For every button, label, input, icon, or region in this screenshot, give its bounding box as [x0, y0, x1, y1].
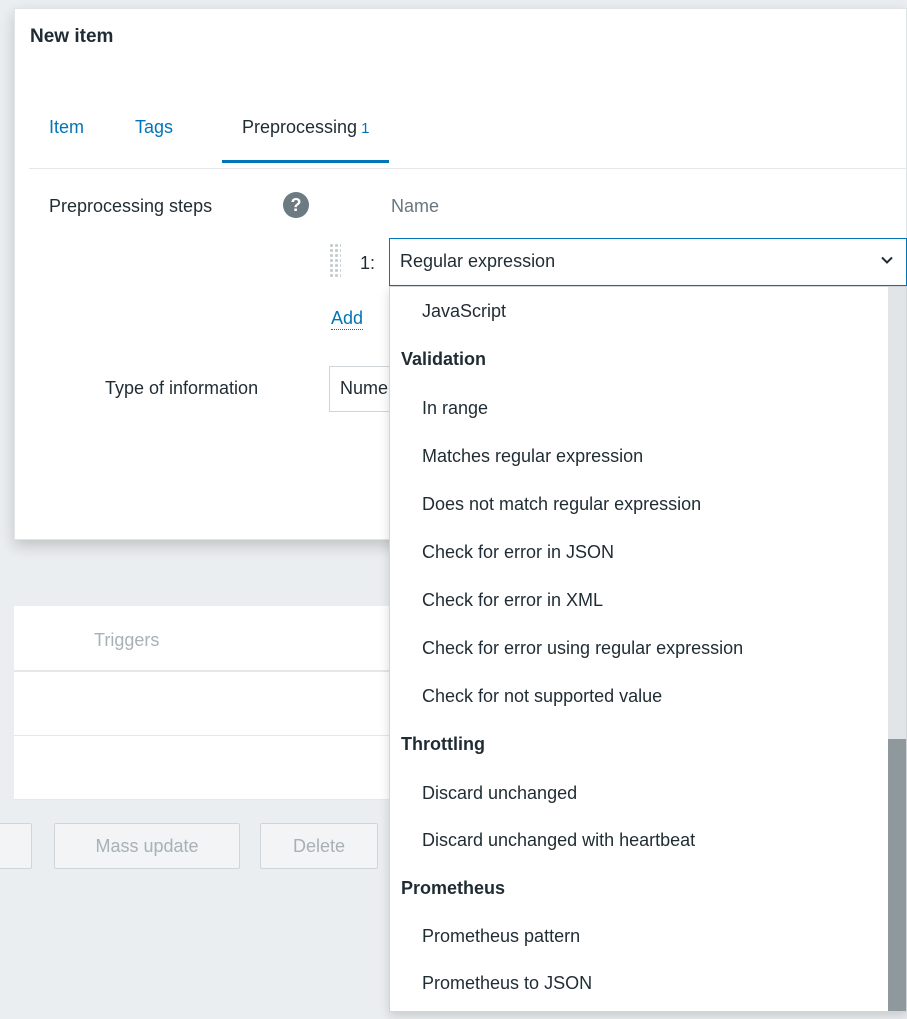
mass-update-button[interactable]: Mass update [54, 823, 240, 869]
preprocessing-steps-label: Preprocessing steps [49, 196, 213, 216]
name-column-header: Name [391, 196, 440, 216]
option-prometheus-pattern[interactable]: Prometheus pattern [422, 926, 580, 947]
dropdown-scrollbar-thumb[interactable] [888, 739, 906, 1011]
option-matches-regex[interactable]: Matches regular expression [422, 446, 643, 467]
step-number: 1: [360, 253, 376, 273]
group-validation: Validation [401, 349, 487, 369]
preprocessing-count-badge: 1 [361, 120, 370, 137]
group-throttling: Throttling [401, 734, 485, 754]
option-discard-unchanged[interactable]: Discard unchanged [422, 783, 577, 804]
add-step-link[interactable]: Add [331, 307, 364, 330]
option-in-range[interactable]: In range [422, 398, 488, 419]
partial-footer-button[interactable] [0, 823, 32, 869]
group-prometheus: Prometheus [401, 878, 506, 898]
drag-handle-icon[interactable] [329, 243, 341, 279]
option-check-not-supported[interactable]: Check for not supported value [422, 686, 662, 707]
help-icon[interactable]: ? [283, 192, 309, 218]
option-check-error-regex[interactable]: Check for error using regular expression [422, 638, 743, 659]
tab-item[interactable]: Item [49, 117, 84, 160]
option-discard-unchanged-heartbeat[interactable]: Discard unchanged with heartbeat [422, 830, 695, 851]
step-type-dropdown[interactable]: JavaScript Validation In range Matches r… [389, 286, 907, 1012]
step-type-select[interactable]: Regular expression [389, 238, 907, 286]
dropdown-scrollbar-track[interactable] [888, 287, 906, 1011]
option-javascript[interactable]: JavaScript [422, 301, 506, 322]
triggers-column-header[interactable]: Triggers [94, 630, 159, 651]
tab-tags[interactable]: Tags [135, 117, 173, 160]
option-does-not-match-regex[interactable]: Does not match regular expression [422, 494, 701, 515]
dialog-title: New item [30, 26, 114, 47]
delete-button[interactable]: Delete [260, 823, 378, 869]
option-prometheus-to-json[interactable]: Prometheus to JSON [422, 973, 592, 994]
type-of-information-label: Type of information [105, 378, 259, 398]
tab-bar: Item Tags Preprocessing 1 [29, 107, 907, 169]
option-check-error-xml[interactable]: Check for error in XML [422, 590, 603, 611]
selected-step-value: Regular expression [400, 251, 556, 271]
chevron-down-icon [881, 256, 893, 264]
option-check-error-json[interactable]: Check for error in JSON [422, 542, 614, 563]
tab-preprocessing[interactable]: Preprocessing 1 [222, 117, 390, 163]
